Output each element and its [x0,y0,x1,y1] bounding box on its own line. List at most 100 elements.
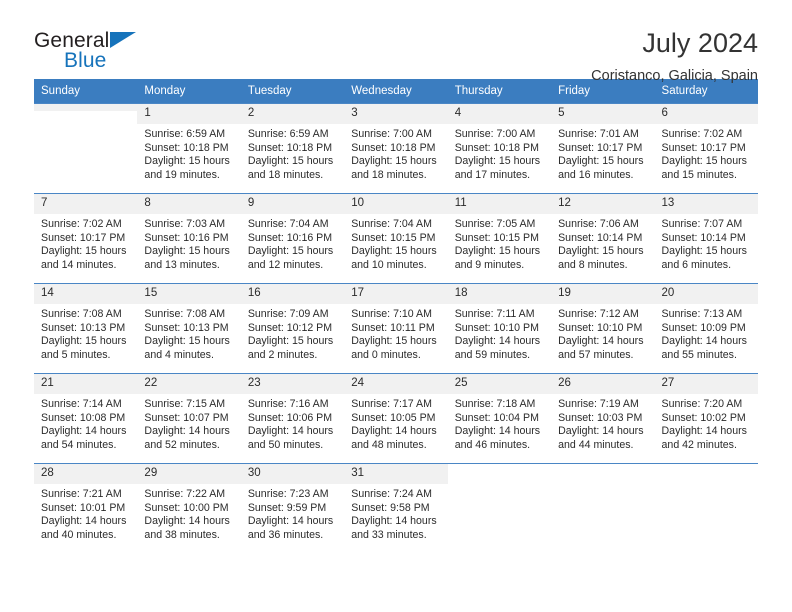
calendar-week-row: 7 Sunrise: 7:02 AM Sunset: 10:17 PM Dayligh… [34,193,758,284]
daylight-duration-line1: Daylight: 15 hours [247,155,334,168]
sunset-time: Sunset: 9:59 PM [247,501,327,514]
calendar-day-cell[interactable]: 19 Sunrise: 7:12 AM Sunset: 10:10 PM Daylig… [551,283,655,374]
daylight-duration-line1: Daylight: 15 hours [144,245,230,258]
calendar-day-cell[interactable]: 16 Sunrise: 7:09 AM Sunset: 10:12 PM Daylig… [240,283,345,374]
day-number: 4 [447,104,552,124]
calendar-day-cell[interactable]: 27 Sunrise: 7:20 AM Sunset: 10:02 PM Daylig… [654,373,758,464]
calendar-cell-inner: 4 Sunrise: 7:00 AM Sunset: 10:18 PM Dayligh… [447,104,552,193]
sunrise-time: Sunrise: 7:24 AM [351,488,432,500]
calendar-day-cell[interactable]: 18 Sunrise: 7:11 AM Sunset: 10:10 PM Daylig… [447,283,552,374]
calendar-day-cell[interactable]: 15 Sunrise: 7:08 AM Sunset: 10:13 PM Daylig… [137,283,241,374]
sunrise-time: Sunrise: 7:05 AM [454,218,536,230]
daylight-duration-line1: Daylight: 15 hours [351,245,437,258]
sunrise-time: Sunrise: 7:12 AM [558,308,639,320]
calendar-day-cell[interactable]: 13 Sunrise: 7:07 AM Sunset: 10:14 PM Daylig… [654,193,758,284]
day-details: Sunrise: 7:02 AM Sunset: 10:17 PM Daylight… [34,214,137,272]
calendar-day-cell[interactable]: 2 Sunrise: 6:59 AM Sunset: 10:18 PM Dayligh… [240,103,345,194]
calendar-day-cell[interactable]: 6 Sunrise: 7:02 AM Sunset: 10:17 PM Dayligh… [654,103,758,194]
day-number: 7 [34,194,138,214]
title-block: July 2024 Coristanco, Galicia, Spain [591,28,758,85]
calendar-day-cell[interactable]: 9 Sunrise: 7:04 AM Sunset: 10:16 PM Dayligh… [240,193,345,284]
day-details: Sunrise: 7:19 AM Sunset: 10:03 PM Daylight… [551,394,654,452]
day-details: Sunrise: 7:17 AM Sunset: 10:05 PM Daylight… [344,394,447,452]
sunset-time: Sunset: 10:05 PM [351,411,436,424]
sunrise-time: Sunrise: 7:04 AM [351,218,432,230]
sunrise-time: Sunrise: 7:22 AM [144,488,226,500]
calendar-cell-empty [654,463,758,554]
calendar-body: 1 Sunrise: 6:59 AM Sunset: 10:18 PM Dayligh… [34,103,758,554]
sunset-time: Sunset: 10:13 PM [144,321,229,334]
calendar-day-cell[interactable]: 5 Sunrise: 7:01 AM Sunset: 10:17 PM Dayligh… [551,103,655,194]
calendar-day-cell[interactable]: 30 Sunrise: 7:23 AM Sunset: 9:59 PM Dayligh… [240,463,345,554]
sunset-time: Sunset: 10:03 PM [558,411,643,424]
sunset-time: Sunset: 10:06 PM [247,411,333,424]
day-details: Sunrise: 6:59 AM Sunset: 10:18 PM Daylight… [137,124,240,182]
daylight-duration-line2: and 57 minutes. [558,348,634,361]
calendar-cell-inner [34,104,138,193]
daylight-duration-line2: and 18 minutes. [351,168,427,181]
day-number: 26 [551,374,655,394]
calendar-day-cell[interactable]: 14 Sunrise: 7:08 AM Sunset: 10:13 PM Daylig… [34,283,138,374]
sunrise-time: Sunrise: 7:10 AM [351,308,432,320]
sunset-time: Sunset: 10:00 PM [144,501,229,514]
general-blue-logo[interactable]: General Blue [34,28,144,74]
calendar-day-cell[interactable]: 12 Sunrise: 7:06 AM Sunset: 10:14 PM Daylig… [551,193,655,284]
daylight-duration-line1: Daylight: 15 hours [558,155,644,168]
daylight-duration-line1: Daylight: 14 hours [247,425,334,438]
daylight-duration-line2: and 33 minutes. [351,528,427,541]
day-number: 15 [137,284,241,304]
day-number: 2 [240,104,345,124]
calendar-day-cell[interactable]: 17 Sunrise: 7:10 AM Sunset: 10:11 PM Daylig… [344,283,448,374]
calendar-day-cell[interactable]: 22 Sunrise: 7:15 AM Sunset: 10:07 PM Daylig… [137,373,241,464]
day-number: 29 [137,464,241,484]
day-number: 30 [240,464,345,484]
calendar-day-cell[interactable]: 31 Sunrise: 7:24 AM Sunset: 9:58 PM Dayligh… [344,463,448,554]
calendar-day-cell[interactable]: 23 Sunrise: 7:16 AM Sunset: 10:06 PM Daylig… [240,373,345,464]
sunrise-time: Sunrise: 7:04 AM [247,218,329,230]
sunset-time: Sunset: 10:17 PM [558,141,643,154]
day-number: 16 [240,284,345,304]
calendar-day-cell[interactable]: 24 Sunrise: 7:17 AM Sunset: 10:05 PM Daylig… [344,373,448,464]
calendar-cell-inner: 13 Sunrise: 7:07 AM Sunset: 10:14 PM Daylig… [654,194,758,283]
sunrise-time: Sunrise: 7:00 AM [351,128,432,140]
calendar-day-cell[interactable]: 20 Sunrise: 7:13 AM Sunset: 10:09 PM Daylig… [654,283,758,374]
day-details: Sunrise: 7:02 AM Sunset: 10:17 PM Daylight… [655,124,758,182]
calendar-day-cell[interactable]: 8 Sunrise: 7:03 AM Sunset: 10:16 PM Dayligh… [137,193,241,284]
calendar-week-row: 28 Sunrise: 7:21 AM Sunset: 10:01 PM Daylig… [34,463,758,554]
calendar-day-cell[interactable]: 21 Sunrise: 7:14 AM Sunset: 10:08 PM Daylig… [34,373,138,464]
sunset-time: Sunset: 10:13 PM [41,321,126,334]
calendar-day-cell[interactable]: 29 Sunrise: 7:22 AM Sunset: 10:00 PM Daylig… [137,463,241,554]
calendar-cell-inner: 8 Sunrise: 7:03 AM Sunset: 10:16 PM Dayligh… [137,194,241,283]
sunset-time: Sunset: 10:02 PM [661,411,746,424]
calendar-cell-inner: 10 Sunrise: 7:04 AM Sunset: 10:15 PM Daylig… [344,194,448,283]
day-number [551,464,654,471]
calendar-day-cell[interactable]: 7 Sunrise: 7:02 AM Sunset: 10:17 PM Dayligh… [34,193,138,284]
calendar-cell-inner: 29 Sunrise: 7:22 AM Sunset: 10:00 PM Daylig… [137,464,241,554]
calendar-cell-empty [34,103,138,194]
calendar-day-cell[interactable]: 1 Sunrise: 6:59 AM Sunset: 10:18 PM Dayligh… [137,103,241,194]
sunrise-time: Sunrise: 7:13 AM [661,308,743,320]
day-number: 3 [344,104,448,124]
calendar-day-cell[interactable]: 26 Sunrise: 7:19 AM Sunset: 10:03 PM Daylig… [551,373,655,464]
calendar-day-cell[interactable]: 3 Sunrise: 7:00 AM Sunset: 10:18 PM Dayligh… [344,103,448,194]
page-header: General Blue July 2024 Coristanco, Galic… [34,0,758,84]
day-number: 24 [344,374,448,394]
day-number: 27 [654,374,758,394]
calendar-cell-inner: 24 Sunrise: 7:17 AM Sunset: 10:05 PM Daylig… [344,374,448,463]
sunset-time: Sunset: 10:15 PM [454,231,539,244]
calendar-cell-inner [448,464,551,554]
daylight-duration-line1: Daylight: 14 hours [454,425,541,438]
daylight-duration-line2: and 13 minutes. [144,258,220,271]
weekday-header-thursday: Thursday [447,79,552,104]
calendar-day-cell[interactable]: 10 Sunrise: 7:04 AM Sunset: 10:15 PM Daylig… [344,193,448,284]
daylight-duration-line1: Daylight: 15 hours [454,155,541,168]
day-number: 25 [447,374,552,394]
day-number: 17 [344,284,448,304]
calendar-day-cell[interactable]: 4 Sunrise: 7:00 AM Sunset: 10:18 PM Dayligh… [447,103,552,194]
day-details: Sunrise: 7:00 AM Sunset: 10:18 PM Daylight… [448,124,551,182]
calendar-day-cell[interactable]: 11 Sunrise: 7:05 AM Sunset: 10:15 PM Daylig… [447,193,552,284]
calendar-day-cell[interactable]: 25 Sunrise: 7:18 AM Sunset: 10:04 PM Daylig… [447,373,552,464]
daylight-duration-line1: Daylight: 15 hours [558,245,644,258]
day-details: Sunrise: 7:04 AM Sunset: 10:15 PM Daylight… [344,214,447,272]
calendar-day-cell[interactable]: 28 Sunrise: 7:21 AM Sunset: 10:01 PM Daylig… [34,463,138,554]
